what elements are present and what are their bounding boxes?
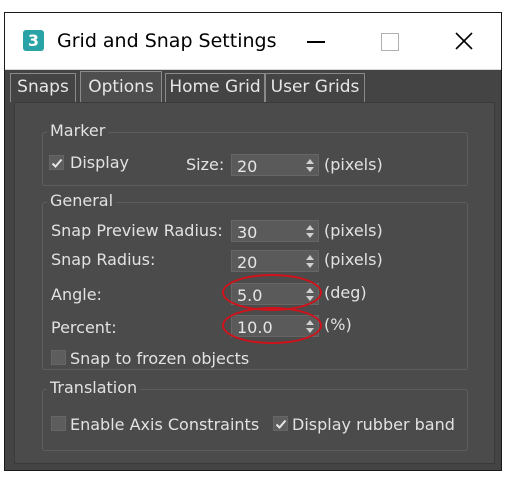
snap-preview-radius-spinner[interactable]: 30 (231, 220, 319, 242)
size-label: Size: (186, 155, 225, 174)
title-bar: 3 Grid and Snap Settings (5, 13, 501, 70)
axis-constraints-checkbox[interactable] (51, 416, 66, 431)
display-label: Display (70, 153, 129, 172)
display-checkbox[interactable] (49, 155, 64, 170)
size-unit: (pixels) (324, 155, 383, 174)
rubber-band-checkbox[interactable] (273, 416, 288, 431)
rubber-band-label: Display rubber band (292, 415, 455, 434)
maximize-button[interactable] (357, 13, 421, 70)
highlight-ring-percent (222, 307, 322, 344)
window-title: Grid and Snap Settings (57, 30, 277, 52)
close-icon (455, 32, 473, 50)
size-value: 20 (237, 157, 258, 176)
snap-radius-label: Snap Radius: (51, 250, 156, 269)
axis-constraints-label: Enable Axis Constraints (70, 415, 260, 434)
marker-group-label: Marker (47, 121, 109, 140)
angle-unit: (deg) (324, 283, 367, 302)
minimize-button[interactable] (281, 13, 345, 70)
spinner-arrows-icon[interactable] (306, 225, 314, 239)
spinner-arrows-icon[interactable] (306, 255, 314, 269)
spinner-arrows-icon[interactable] (306, 159, 314, 173)
tab-home-grid[interactable]: Home Grid (165, 73, 265, 102)
tab-user-grids[interactable]: User Grids (265, 73, 365, 102)
app-icon: 3 (23, 30, 44, 51)
tab-options[interactable]: Options (80, 71, 162, 102)
tab-snaps[interactable]: Snaps (10, 73, 76, 102)
snap-radius-spinner[interactable]: 20 (231, 250, 319, 272)
grid-snap-settings-dialog: 3 Grid and Snap Settings Snaps Options H… (4, 12, 502, 471)
checkmark-icon (51, 158, 63, 168)
snap-radius-unit: (pixels) (324, 250, 383, 269)
size-spinner[interactable]: 20 (231, 154, 319, 176)
percent-label: Percent: (51, 318, 117, 337)
close-button[interactable] (431, 13, 495, 70)
snap-frozen-label: Snap to frozen objects (70, 349, 250, 368)
snap-frozen-checkbox[interactable] (51, 350, 66, 365)
percent-unit: (%) (324, 315, 352, 334)
snap-radius-value: 20 (237, 253, 258, 272)
checkmark-icon (275, 419, 287, 429)
snap-preview-radius-value: 30 (237, 223, 258, 242)
options-panel: Marker Display Size: 20 (pixels) General… (14, 102, 495, 464)
snap-preview-radius-label: Snap Preview Radius: (51, 221, 223, 240)
general-group-label: General (47, 191, 117, 210)
angle-label: Angle: (51, 285, 102, 304)
translation-group-label: Translation (47, 378, 141, 397)
snap-preview-radius-unit: (pixels) (324, 221, 383, 240)
highlight-ring-angle (222, 274, 322, 311)
